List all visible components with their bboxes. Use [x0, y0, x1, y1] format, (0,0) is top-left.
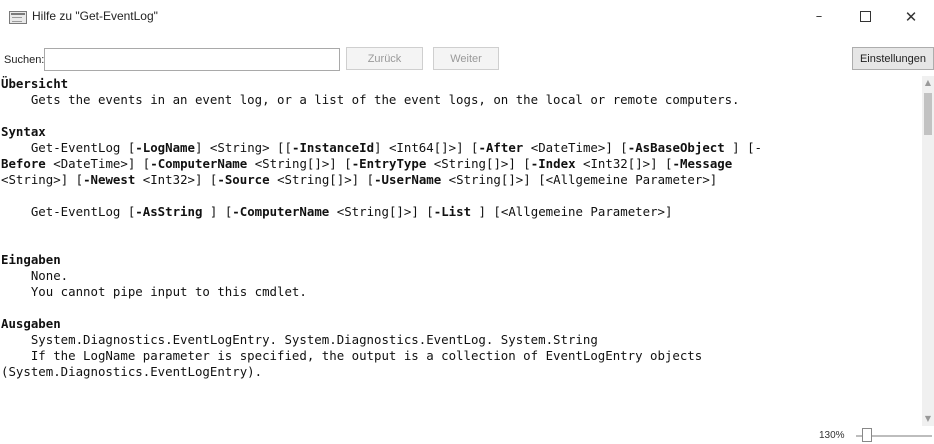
close-button[interactable]: ✕ [888, 0, 934, 34]
param-logname: -LogName [135, 140, 195, 155]
search-input[interactable] [44, 48, 340, 71]
help-content[interactable]: Übersicht Gets the events in an event lo… [0, 76, 922, 426]
forward-button[interactable]: Weiter [433, 47, 499, 70]
syntax-heading: Syntax [1, 124, 46, 139]
maximize-button[interactable] [842, 0, 888, 34]
outputs-line: System.Diagnostics.EventLogEntry. System… [1, 332, 598, 347]
param-username: -UserName [374, 172, 442, 187]
type-datetime: <DateTime> [53, 156, 128, 171]
param-newest: -Newest [83, 172, 136, 187]
help-window-icon [9, 11, 27, 24]
common-parameters: <Allgemeine Parameter> [500, 204, 666, 219]
help-text: Übersicht Gets the events in an event lo… [1, 76, 763, 379]
param-asbaseobject: -AsBaseObject [627, 140, 725, 155]
type-int32: <Int32> [142, 172, 195, 187]
minimize-button[interactable]: – [796, 0, 842, 34]
zoom-slider-thumb[interactable] [862, 428, 873, 442]
search-label: Suchen: [4, 54, 45, 66]
type-int32arr: <Int32[]> [583, 156, 651, 171]
param-computername: -ComputerName [232, 204, 330, 219]
type-string: <String> [1, 172, 61, 187]
type-datetime: <DateTime> [530, 140, 606, 155]
syntax-cmd: Get-EventLog [30, 140, 121, 155]
outputs-heading: Ausgaben [1, 316, 61, 331]
param-asstring: -AsString [135, 204, 203, 219]
inputs-line: None. [1, 268, 69, 283]
param-source: -Source [217, 172, 270, 187]
scrollbar-thumb[interactable] [924, 93, 932, 135]
window-title: Hilfe zu "Get-EventLog" [32, 9, 158, 23]
outputs-line: If the LogName parameter is specified, t… [1, 348, 703, 363]
overview-text: Gets the events in an event log, or a li… [1, 92, 740, 107]
type-int64arr: <Int64[]> [388, 140, 457, 155]
overview-heading: Übersicht [1, 76, 69, 91]
type-stringarr: <String[]> [448, 172, 524, 187]
param-computername: -ComputerName [150, 156, 248, 171]
inputs-heading: Eingaben [1, 252, 61, 267]
maximize-icon [859, 11, 871, 22]
syntax-cmd: Get-EventLog [30, 204, 121, 219]
type-stringarr: <String[]> [433, 156, 509, 171]
inputs-line: You cannot pipe input to this cmdlet. [1, 284, 307, 299]
type-string: <String> [209, 140, 270, 155]
settings-button[interactable]: Einstellungen [852, 47, 934, 70]
title-bar: Hilfe zu "Get-EventLog" – ✕ [0, 0, 934, 38]
param-message: -Message [672, 156, 733, 171]
param-before: Before [1, 156, 46, 171]
scroll-down-icon[interactable]: ▼ [923, 414, 933, 424]
scroll-up-icon[interactable]: ▲ [923, 78, 933, 88]
outputs-line: (System.Diagnostics.EventLogEntry). [1, 364, 263, 379]
vertical-scrollbar[interactable]: ▲ ▼ [922, 76, 934, 426]
param-entrytype: -EntryType [351, 156, 427, 171]
back-button[interactable]: Zurück [346, 47, 423, 70]
common-parameters: <Allgemeine Parameter> [545, 172, 710, 187]
zoom-level: 130% [819, 430, 845, 441]
param-list: -List [433, 204, 472, 219]
type-stringarr: <String[]> [254, 156, 330, 171]
param-instanceid: -InstanceId [291, 140, 375, 155]
type-stringarr: <String[]> [277, 172, 352, 187]
param-after: -After [478, 140, 524, 155]
param-index: -Index [530, 156, 576, 171]
type-stringarr: <String[]> [336, 204, 412, 219]
